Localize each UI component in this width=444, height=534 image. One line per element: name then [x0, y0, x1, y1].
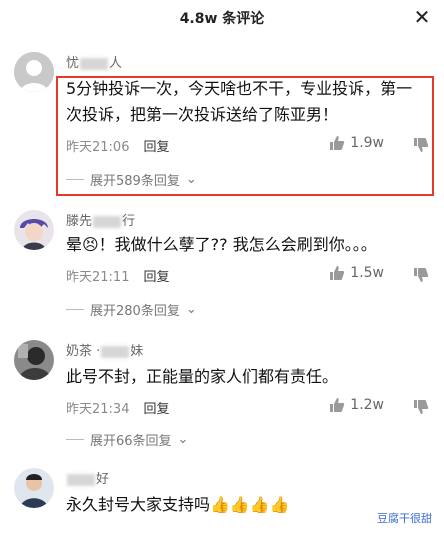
thumbs-down-icon[interactable]	[412, 266, 430, 284]
close-icon[interactable]: ✕	[412, 7, 432, 27]
like-button[interactable]: 1.2w	[328, 396, 384, 414]
expand-replies-button[interactable]: 展开66条回复 ⌄	[66, 430, 188, 449]
like-count: 1.5w	[350, 265, 384, 281]
blurred-name	[80, 57, 109, 70]
watermark: 豆腐干很甜	[373, 508, 436, 528]
thumbs-up-icon	[330, 398, 345, 412]
comment-username[interactable]: 忧人	[66, 52, 122, 71]
comment-text: 永久封号大家支持吗👍👍👍👍	[66, 495, 290, 514]
comment-username[interactable]: 好	[66, 468, 109, 487]
like-count: 1.2w	[350, 397, 384, 413]
highlight-box	[56, 76, 434, 196]
blurred-name	[101, 345, 130, 358]
blurred-name	[93, 215, 122, 228]
divider	[66, 309, 84, 310]
avatar[interactable]	[14, 340, 54, 380]
comment-meta: 昨天21:11 回复	[66, 266, 169, 285]
reply-button[interactable]: 回复	[143, 402, 169, 417]
comment-text: 晕😣！我做什么孽了?? 我怎么会刷到你。。。	[66, 235, 377, 254]
reply-button[interactable]: 回复	[143, 270, 169, 285]
avatar[interactable]	[14, 210, 54, 250]
expand-replies-button[interactable]: 展开280条回复 ⌄	[66, 300, 197, 319]
thumbs-up-icon	[330, 266, 345, 280]
comment-item: 滕先行 晕😣！我做什么孽了?? 我怎么会刷到你。。。 昨天21:11 回复 1.5…	[0, 208, 444, 319]
chevron-down-icon: ⌄	[185, 302, 197, 317]
comment-text: 此号不封，正能量的家人们都有责任。	[66, 367, 339, 386]
thumbs-down-icon[interactable]	[412, 398, 430, 416]
chevron-down-icon: ⌄	[177, 432, 189, 447]
like-button[interactable]: 1.5w	[328, 264, 384, 282]
comments-count-title: 4.8w 条评论	[179, 11, 265, 27]
comments-header: 4.8w 条评论 ✕	[0, 0, 444, 34]
comment-username[interactable]: 奶茶 · 妹	[66, 340, 143, 359]
divider	[66, 439, 84, 440]
comment-time: 昨天21:11	[66, 270, 130, 285]
comment-item: 奶茶 · 妹 此号不封，正能量的家人们都有责任。 昨天21:34 回复 1.2w 展…	[0, 338, 444, 450]
avatar[interactable]	[14, 468, 54, 508]
comment-username[interactable]: 滕先行	[66, 210, 135, 229]
blurred-name	[67, 473, 95, 486]
comment-meta: 昨天21:34 回复	[66, 398, 169, 417]
comment-time: 昨天21:34	[66, 402, 130, 417]
avatar[interactable]	[14, 52, 54, 92]
